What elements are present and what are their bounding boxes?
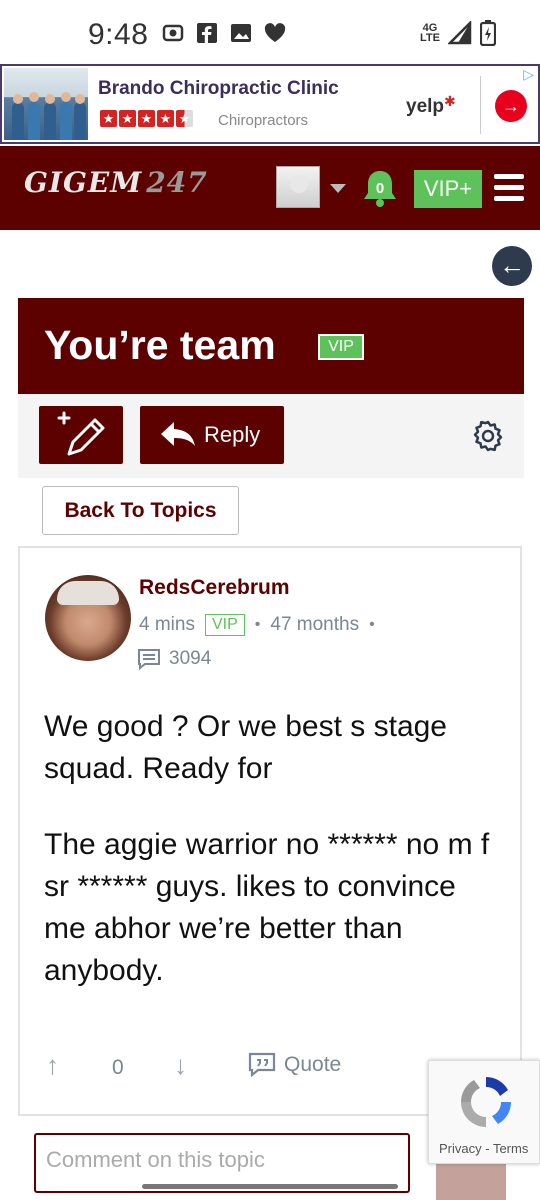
recaptcha-terms-link[interactable]: Terms: [493, 1141, 528, 1156]
hamburger-menu-icon[interactable]: [494, 174, 524, 202]
half-star-icon: ★: [176, 110, 193, 127]
vote-count: 0: [112, 1056, 124, 1079]
membership-length: 47 months: [270, 614, 360, 635]
ad-rating-stars: ★ ★ ★ ★ ★: [100, 110, 193, 127]
topic-vip-badge: VIP: [318, 334, 364, 360]
facebook-icon: [197, 23, 217, 43]
meta-separator: •: [254, 616, 261, 633]
notification-count: 0: [376, 180, 384, 197]
reply-label: Reply: [204, 422, 261, 447]
signal-icon: [448, 21, 472, 45]
star-icon: ★: [157, 110, 174, 127]
quote-button[interactable]: Quote: [248, 1052, 341, 1078]
gesture-nav-bar[interactable]: [142, 1184, 398, 1189]
meta-separator: •: [369, 616, 375, 633]
status-bar: 9:48 4G LTE: [0, 0, 540, 64]
gear-icon[interactable]: [470, 418, 506, 454]
yelp-burst-icon: ✱: [444, 93, 456, 109]
gallery-icon: [231, 24, 251, 42]
topic-toolbar: Reply: [18, 394, 524, 478]
ad-clinic-photo: [4, 68, 88, 140]
post-time: 4 mins: [139, 614, 195, 635]
author-vip-badge: VIP: [204, 614, 245, 636]
upvote-arrow-icon[interactable]: ↑: [46, 1050, 59, 1081]
recaptcha-links: Privacy - Terms: [439, 1141, 528, 1156]
quote-icon: [248, 1052, 276, 1078]
ad-divider: [480, 76, 481, 134]
record-icon: [162, 24, 184, 42]
back-to-topics-button[interactable]: Back To Topics: [42, 486, 239, 535]
post-paragraph: The aggie warrior no ****** no m f sr **…: [44, 828, 490, 987]
reply-button[interactable]: Reply: [140, 406, 284, 464]
ad-banner[interactable]: Brando Chiropractic Clinic ★ ★ ★ ★ ★ Chi…: [0, 64, 540, 144]
post-count-value: 3094: [169, 648, 212, 669]
chevron-down-icon[interactable]: [330, 184, 346, 193]
user-avatar[interactable]: [276, 166, 320, 208]
topic-header: You’re team VIP: [18, 298, 524, 394]
back-arrow-icon[interactable]: ←: [492, 246, 532, 286]
post-card: RedsCerebrum 4 mins VIP • 47 months • 30…: [18, 546, 522, 1116]
battery-charging-icon: [480, 20, 496, 46]
quote-label: Quote: [284, 1053, 342, 1076]
new-topic-button[interactable]: [39, 406, 123, 464]
submit-comment-button[interactable]: [436, 1160, 506, 1200]
status-notification-icons: [162, 22, 286, 44]
site-logo[interactable]: GIGEM 247: [24, 166, 208, 199]
post-paragraph: We good ? Or we best s stage squad. Read…: [44, 710, 447, 785]
ad-cta-arrow-button[interactable]: →: [495, 90, 527, 122]
recaptcha-privacy-link[interactable]: Privacy: [439, 1141, 482, 1156]
star-icon: ★: [119, 110, 136, 127]
post-meta: 4 mins VIP • 47 months •: [139, 614, 375, 636]
yelp-wordmark: yelp: [406, 96, 445, 117]
logo-number: 247: [146, 166, 208, 199]
message-icon: [138, 649, 160, 670]
ad-choices-icon[interactable]: ▷: [523, 66, 534, 83]
ad-category: Chiropractors: [218, 112, 309, 129]
star-icon: ★: [138, 110, 155, 127]
network-type: 4G LTE: [420, 23, 440, 44]
site-header: GIGEM 247 0 VIP+: [0, 146, 540, 230]
recaptcha-badge[interactable]: Privacy - Terms: [428, 1060, 540, 1164]
post-count: 3094: [137, 648, 211, 670]
status-time: 9:48: [88, 18, 149, 51]
logo-text: GIGEM: [24, 166, 143, 199]
vip-plus-button[interactable]: VIP+: [414, 170, 482, 208]
status-system-icons: 4G LTE: [420, 20, 496, 46]
ad-title[interactable]: Brando Chiropractic Clinic: [98, 78, 339, 100]
reply-icon: [161, 422, 195, 446]
recaptcha-icon: [460, 1076, 512, 1127]
author-avatar[interactable]: [45, 575, 131, 661]
post-body: We good ? Or we best s stage squad. Read…: [44, 706, 504, 1026]
downvote-arrow-icon[interactable]: ↓: [174, 1050, 187, 1081]
network-bottom-label: LTE: [420, 32, 440, 44]
recaptcha-link-separator: -: [481, 1141, 493, 1156]
heart-icon: [264, 23, 286, 42]
star-icon: ★: [100, 110, 117, 127]
new-post-pencil-icon: [57, 411, 105, 456]
yelp-logo: yelp✱: [406, 93, 456, 118]
notification-bell-icon[interactable]: 0: [361, 168, 399, 208]
topic-title: You’re team: [44, 322, 276, 368]
author-name[interactable]: RedsCerebrum: [139, 576, 290, 600]
